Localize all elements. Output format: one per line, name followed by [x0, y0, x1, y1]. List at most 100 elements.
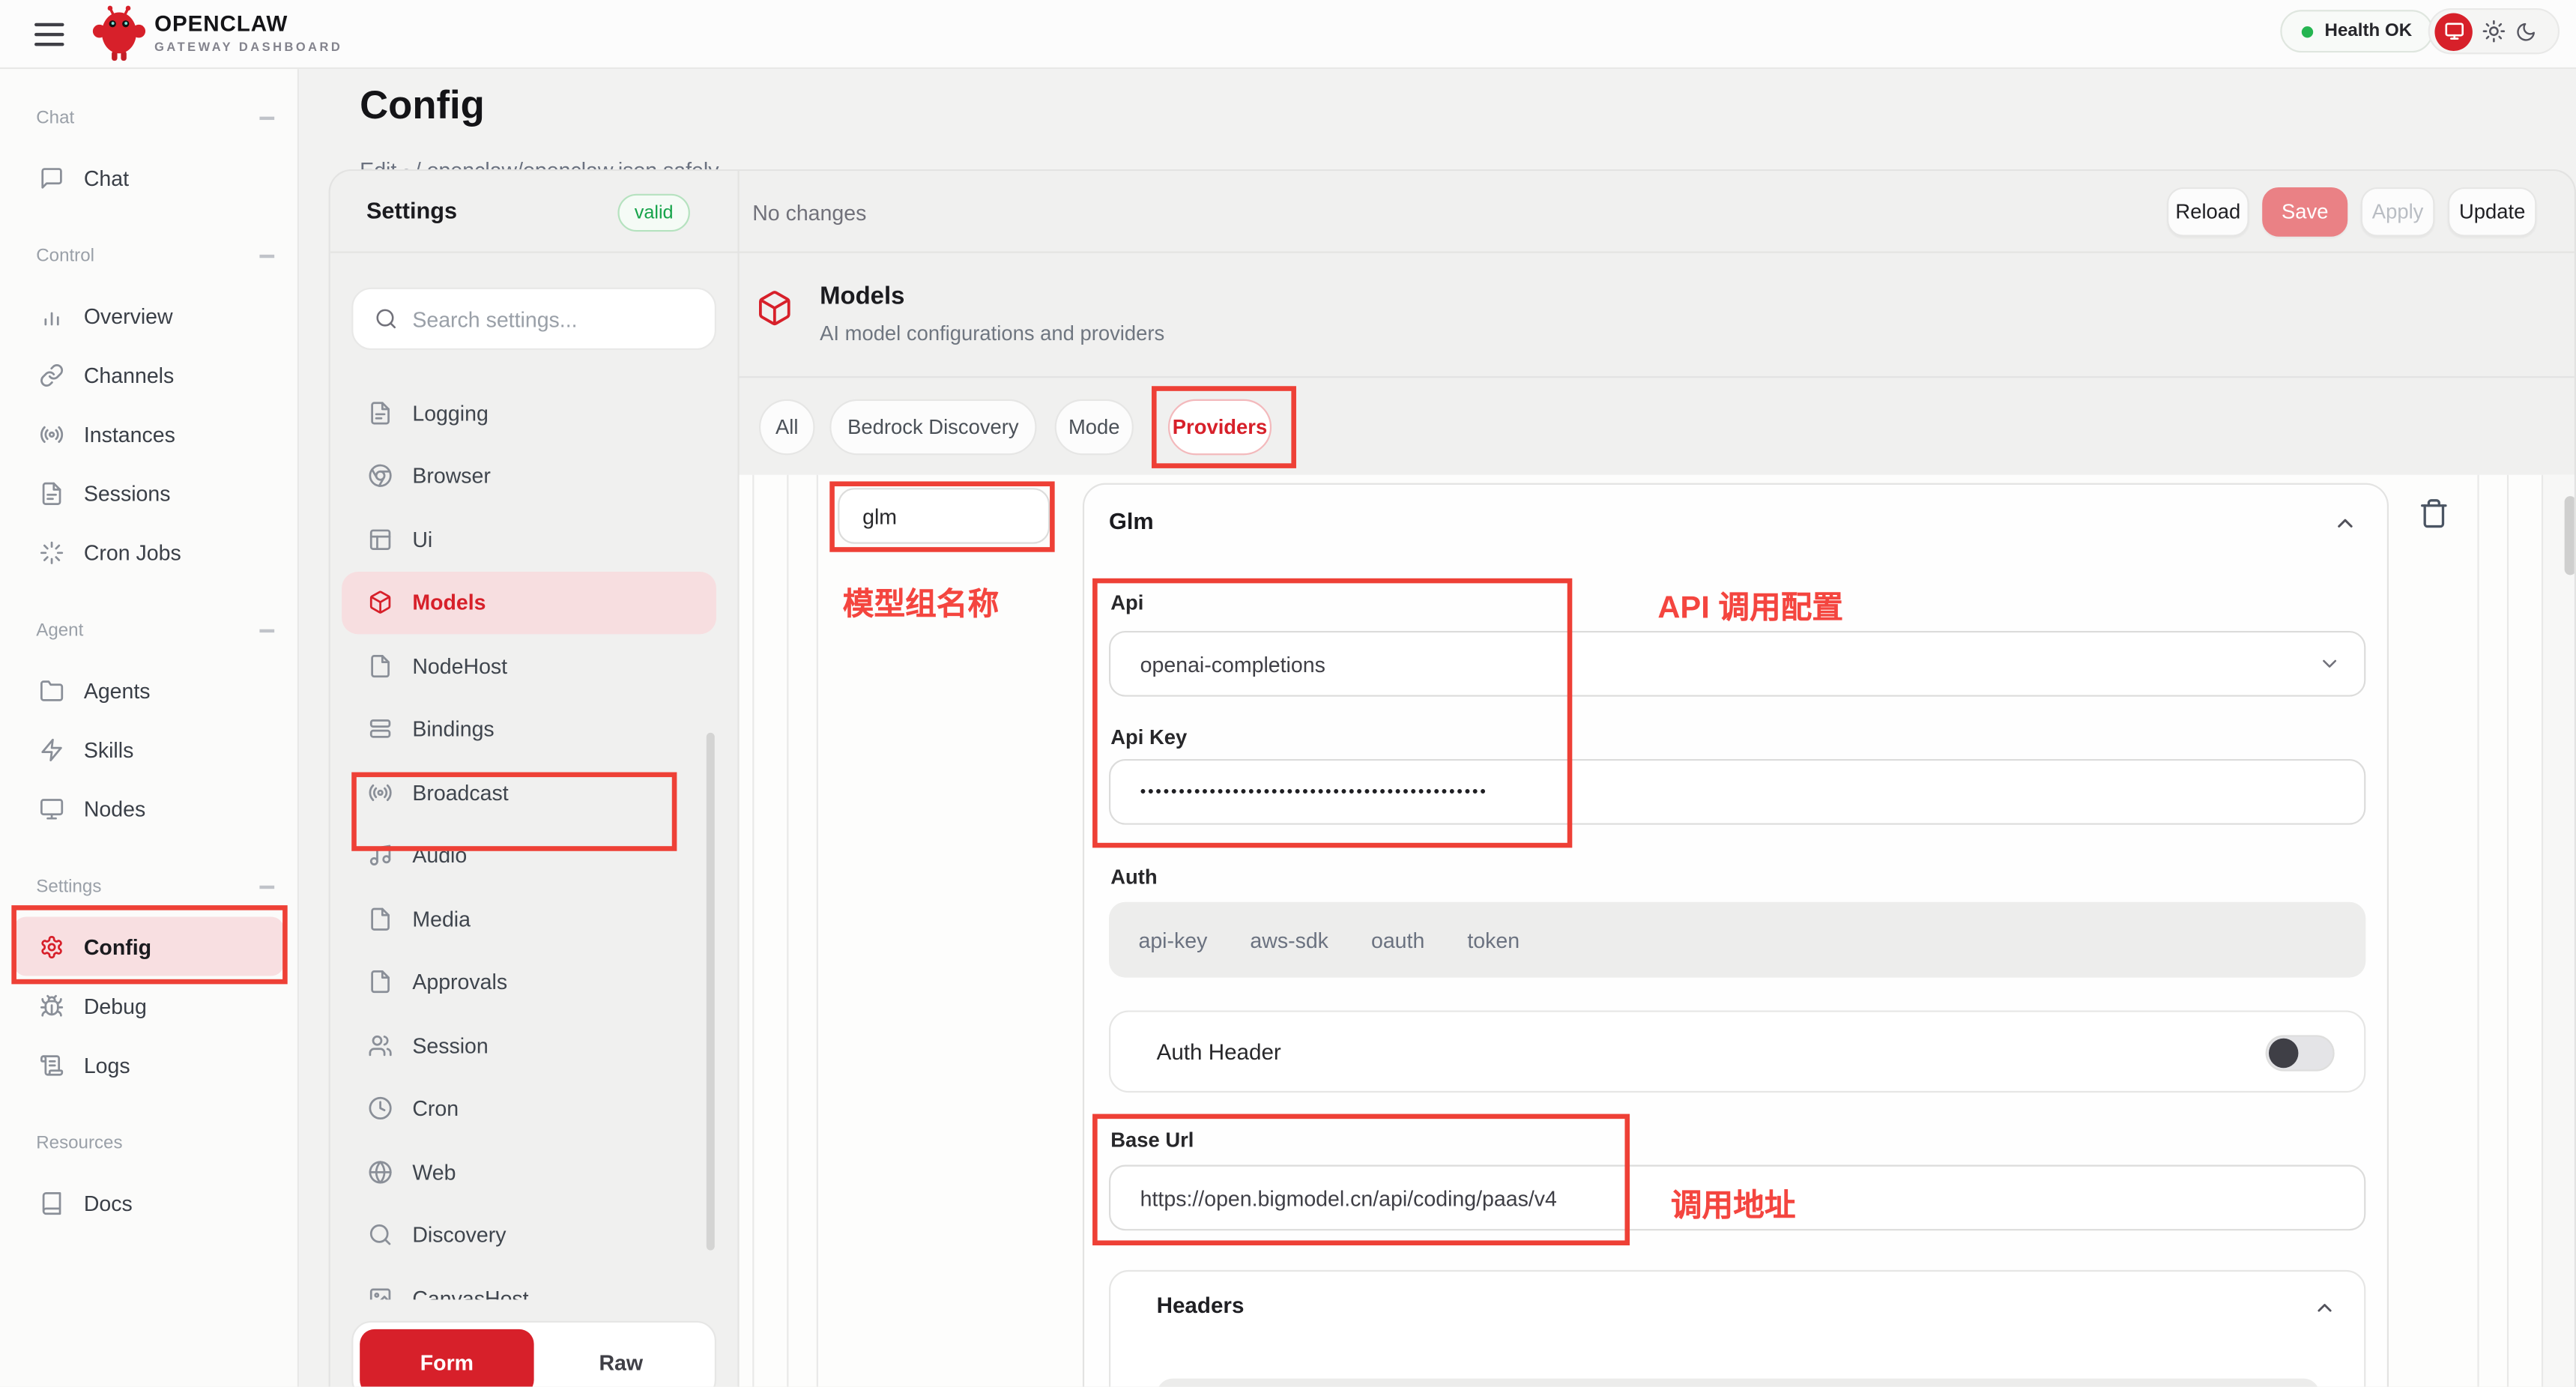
health-dot-icon: [2302, 25, 2313, 37]
form-view-button[interactable]: Form: [360, 1329, 533, 1387]
models-section-subtitle: AI model configurations and providers: [820, 322, 1164, 345]
annotation-api-config: API 调用配置: [1657, 583, 1843, 627]
toggle-knob: [2269, 1039, 2298, 1068]
annotation-group-name: 模型组名称: [843, 580, 999, 624]
settings-scrollbar[interactable]: [707, 733, 715, 1251]
image-icon: [368, 1286, 393, 1299]
sidebar-item-skills[interactable]: Skills: [13, 719, 285, 779]
filter-chip-providers[interactable]: Providers: [1168, 399, 1272, 456]
brand-title: OPENCLAW: [154, 11, 288, 36]
sidebar-section-settings: Settings: [36, 874, 274, 900]
file-icon: [368, 907, 393, 931]
theme-system-button[interactable]: [2434, 12, 2472, 49]
health-status-badge: Health OK: [2280, 10, 2433, 52]
api-key-input[interactable]: [1109, 759, 2365, 825]
theme-light-button[interactable]: [2482, 19, 2506, 43]
sidebar-item-chat[interactable]: Chat: [13, 148, 285, 207]
theme-dark-button[interactable]: [2515, 20, 2537, 42]
sidebar-item-config[interactable]: Config: [13, 916, 285, 976]
chevron-up-icon[interactable]: [2313, 1296, 2336, 1320]
app-header: OPENCLAW GATEWAY DASHBOARD Health OK: [0, 0, 2576, 69]
menu-icon[interactable]: [34, 18, 70, 51]
book-icon: [40, 1191, 64, 1215]
sidebar-item-cron-jobs[interactable]: Cron Jobs: [13, 522, 285, 581]
clock-icon: [368, 1096, 393, 1121]
settings-item-session[interactable]: Session: [342, 1014, 716, 1077]
filter-chip-mode[interactable]: Mode: [1055, 399, 1134, 456]
providers-form-area: 模型组名称 API 调用配置 调用地址 Glm Api openai-compl…: [740, 475, 2575, 1387]
settings-item-approvals[interactable]: Approvals: [342, 950, 716, 1013]
chevron-up-icon[interactable]: [2332, 511, 2357, 536]
file-text-icon: [40, 480, 64, 505]
settings-item-bindings[interactable]: Bindings: [342, 698, 716, 761]
settings-item-nodehost[interactable]: NodeHost: [342, 634, 716, 697]
message-square-icon: [40, 165, 64, 190]
settings-item-ui[interactable]: Ui: [342, 508, 716, 571]
provider-key-input[interactable]: [838, 488, 1050, 544]
settings-item-media[interactable]: Media: [342, 887, 716, 950]
collapse-icon[interactable]: [259, 117, 274, 119]
collapse-icon[interactable]: [259, 629, 274, 632]
collapse-icon[interactable]: [259, 255, 274, 257]
settings-item-browser[interactable]: Browser: [342, 444, 716, 507]
sidebar-item-logs[interactable]: Logs: [13, 1035, 285, 1094]
base-url-label: Base Url: [1110, 1128, 1194, 1152]
apply-button[interactable]: Apply: [2361, 187, 2435, 237]
headers-body: [1157, 1379, 2320, 1387]
sidebar-item-instances[interactable]: Instances: [13, 404, 285, 463]
moon-icon: [2515, 20, 2537, 42]
view-mode-toggle: Form Raw: [351, 1321, 716, 1387]
auth-header-toggle[interactable]: [2266, 1035, 2335, 1071]
sidebar-item-debug[interactable]: Debug: [13, 976, 285, 1035]
api-label: Api: [1110, 591, 1143, 614]
package-icon: [368, 590, 393, 615]
auth-header-label: Auth Header: [1157, 1040, 1281, 1065]
auth-options: api-key aws-sdk oauth token: [1109, 902, 2365, 978]
nesting-border: [752, 475, 754, 1387]
settings-item-web[interactable]: Web: [342, 1140, 716, 1203]
settings-item-discovery[interactable]: Discovery: [342, 1203, 716, 1266]
raw-view-button[interactable]: Raw: [534, 1329, 708, 1387]
settings-item-logging[interactable]: Logging: [342, 381, 716, 444]
settings-item-models[interactable]: Models: [342, 571, 716, 634]
filter-chip-bedrock-discovery[interactable]: Bedrock Discovery: [829, 399, 1036, 456]
sidebar-item-sessions[interactable]: Sessions: [13, 463, 285, 522]
api-select[interactable]: openai-completions: [1109, 631, 2365, 697]
settings-panel-title: Settings: [366, 197, 457, 223]
settings-item-cron[interactable]: Cron: [342, 1077, 716, 1140]
openclaw-logo: [92, 5, 146, 64]
search-icon: [375, 307, 398, 330]
page-content: Config Edit ~/.openclaw/openclaw.json sa…: [299, 69, 2576, 1386]
sidebar-item-nodes[interactable]: Nodes: [13, 779, 285, 838]
auth-option-api-key[interactable]: api-key: [1138, 928, 1207, 952]
settings-search-input[interactable]: [412, 306, 675, 331]
sidebar-item-docs[interactable]: Docs: [13, 1173, 285, 1233]
auth-option-token[interactable]: token: [1467, 928, 1520, 952]
trash-icon[interactable]: [2419, 498, 2450, 529]
sidebar-item-overview[interactable]: Overview: [13, 286, 285, 345]
models-section-icon: [756, 289, 793, 327]
file-icon: [368, 970, 393, 994]
collapse-icon[interactable]: [259, 886, 274, 888]
gear-icon: [40, 934, 64, 958]
page-title: Config: [360, 84, 485, 130]
sidebar-item-channels[interactable]: Channels: [13, 345, 285, 404]
settings-item-canvashost[interactable]: CanvasHost: [342, 1266, 716, 1299]
sidebar-section-chat: Chat: [36, 105, 274, 131]
settings-item-broadcast[interactable]: Broadcast: [342, 761, 716, 824]
file-icon: [368, 653, 393, 678]
auth-option-aws-sdk[interactable]: aws-sdk: [1250, 928, 1328, 952]
auth-option-oauth[interactable]: oauth: [1371, 928, 1424, 952]
models-section-title: Models: [820, 282, 904, 310]
reload-button[interactable]: Reload: [2167, 187, 2249, 237]
save-button[interactable]: Save: [2262, 187, 2347, 237]
music-icon: [368, 843, 393, 868]
brand-tagline: GATEWAY DASHBOARD: [154, 40, 342, 55]
filter-chip-all[interactable]: All: [759, 399, 815, 456]
monitor-icon: [40, 796, 64, 821]
settings-item-audio[interactable]: Audio: [342, 824, 716, 887]
update-button[interactable]: Update: [2448, 187, 2536, 237]
sun-icon: [2482, 19, 2506, 43]
page-scrollbar[interactable]: [2565, 496, 2575, 575]
sidebar-item-agents[interactable]: Agents: [13, 660, 285, 719]
